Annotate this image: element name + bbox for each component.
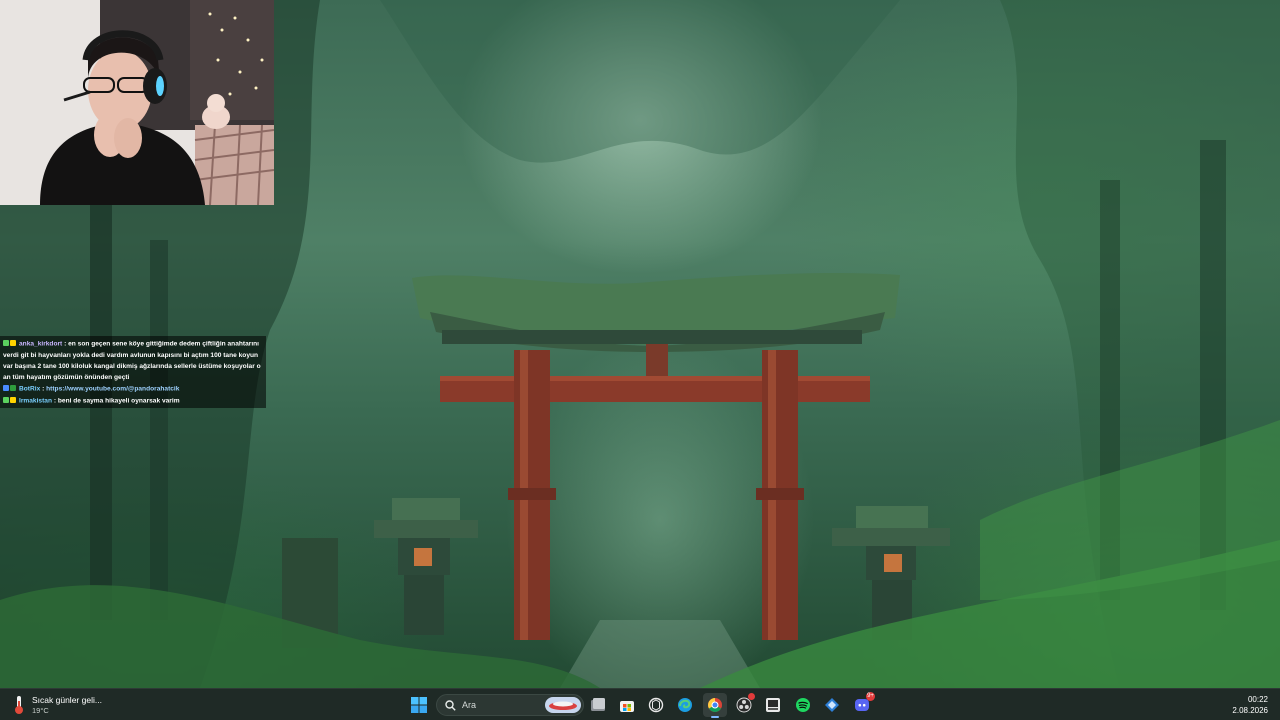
spotify-button[interactable] [791,693,815,717]
file-explorer-button[interactable] [586,693,610,717]
chat-badges [3,395,17,406]
chat-message: Irmakistan : beni de sayma hikayeli oyna… [3,395,263,407]
chatgpt-button[interactable] [644,693,668,717]
file-explorer-icon [591,698,605,711]
vip-badge-icon [10,340,16,347]
bot-badge-icon [3,385,9,392]
chat-badges [3,383,17,394]
chat-message: anka_kirkdort : en son geçen sene köye g… [3,338,263,383]
streaming-app-icon [766,698,780,712]
clock-date: 2.08.2026 [1232,706,1268,715]
search-placeholder: Ara [462,700,477,710]
start-button[interactable] [407,693,431,717]
chat-username: BotRix [19,385,41,393]
microsoft-store-icon [620,701,634,712]
taskbar: Sıcak günler geli... 19°C Ara 9+ 00:22 2… [0,688,1280,720]
discord-button[interactable]: 9+ [850,692,875,717]
subscriber-badge-icon [3,340,9,347]
chat-overlay: anka_kirkdort : en son geçen sene köye g… [0,336,266,409]
search-highlight-image [545,697,581,713]
chat-text: beni de sayma hikayeli oynarsak varim [57,397,180,405]
moderator-badge-icon [10,385,16,392]
chrome-button[interactable] [703,693,727,718]
vip-badge-icon [10,396,16,403]
windows-logo-icon [411,697,427,713]
subscriber-badge-icon [3,396,9,403]
chat-link[interactable]: https://www.youtube.com/@pandorahatcik [46,386,179,393]
taskbar-search[interactable]: Ara [436,694,584,716]
chat-badges [3,338,17,349]
edge-button[interactable] [673,693,697,717]
chat-username: Irmakistan [19,397,52,405]
chatgpt-icon [648,697,664,713]
game-launcher-icon [825,698,839,712]
chat-username: anka_kirkdort [19,340,63,348]
discord-notification-badge: 9+ [866,692,875,701]
obs-button[interactable] [732,693,756,717]
weather-temperature: 19°C [32,705,49,715]
weather-title: Sıcak günler geli... [32,694,102,705]
clock-time: 00:22 [1247,695,1268,704]
spotify-icon [796,698,810,712]
game-launcher-button[interactable] [820,693,844,717]
search-icon [445,699,456,711]
thermometer-icon [15,696,23,714]
edge-icon [678,698,692,712]
microsoft-store-button[interactable] [615,693,639,717]
webcam-overlay [0,0,274,205]
streamer-camera-feed [0,0,274,205]
system-clock[interactable]: 00:22 2.08.2026 [1208,694,1268,716]
chrome-icon [708,698,722,712]
obs-recording-dot [748,693,755,700]
weather-widget[interactable]: Sıcak günler geli... 19°C [12,693,122,717]
streaming-app-button[interactable] [761,693,785,717]
chat-message: BotRix : https://www.youtube.com/@pandor… [3,383,263,395]
